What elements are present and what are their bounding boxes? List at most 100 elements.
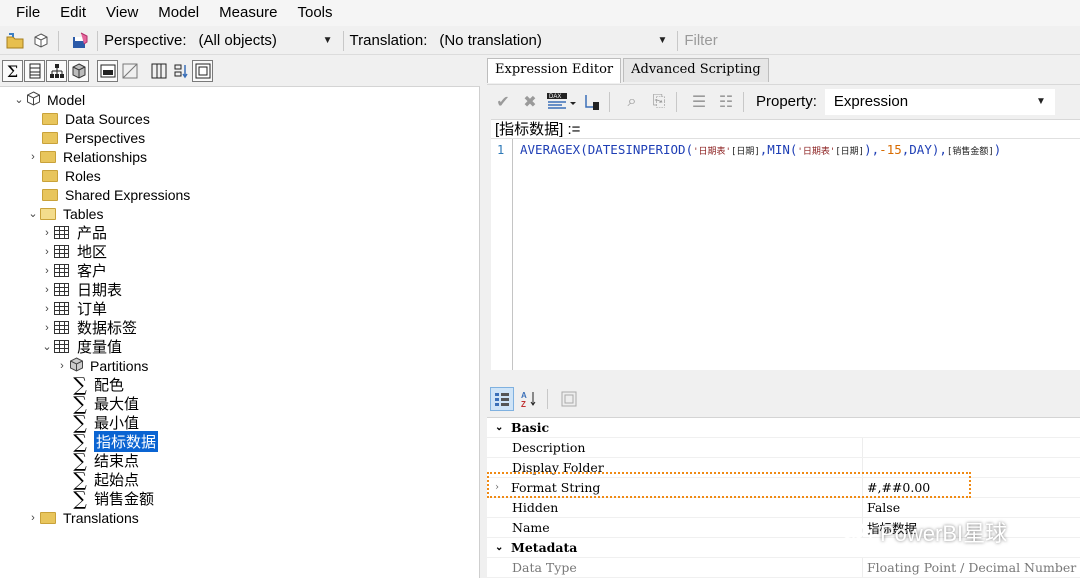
show-measures-icon[interactable]: Σ (2, 60, 23, 82)
translation-label: Translation: (349, 32, 428, 49)
uncomment-icon[interactable]: ☷ (715, 91, 737, 113)
menu-file[interactable]: File (6, 1, 50, 25)
svg-text:A: A (521, 391, 527, 400)
chevron-right-icon[interactable]: › (26, 512, 40, 524)
comment-icon[interactable]: ☰ (688, 91, 710, 113)
tree-node-model[interactable]: ⌄ Model (12, 90, 85, 109)
category-basic[interactable]: ⌄ Basic (487, 418, 1080, 438)
chevron-right-icon[interactable]: › (40, 303, 54, 315)
filter-input[interactable]: Filter (684, 32, 717, 49)
menu-model[interactable]: Model (148, 1, 209, 25)
chevron-right-icon[interactable]: › (26, 151, 40, 163)
categorized-icon[interactable] (490, 387, 514, 411)
property-value[interactable]: 指标数据 (863, 518, 1080, 537)
tree-node-measure[interactable]: ∑ 起始点 (72, 470, 139, 489)
chevron-right-icon[interactable]: › (40, 227, 54, 239)
save-icon[interactable] (69, 30, 91, 52)
menu-view[interactable]: View (96, 1, 148, 25)
menu-measure[interactable]: Measure (209, 1, 287, 25)
show-hierarchies-icon[interactable] (46, 60, 67, 82)
tree-node-roles[interactable]: Roles (42, 166, 101, 185)
show-all-columns-icon[interactable] (148, 60, 169, 82)
tree-label: 起始点 (94, 472, 140, 489)
tree-node-measure[interactable]: ∑ 最大值 (72, 394, 139, 413)
tree-node-translations[interactable]: › Translations (26, 508, 139, 527)
perspective-dropdown[interactable]: (All objects) ▼ (195, 30, 337, 52)
property-row-format-string[interactable]: › Format String #,##0.00 (487, 478, 1080, 498)
accept-check-icon[interactable]: ✔ (492, 91, 514, 113)
chevron-right-icon[interactable]: › (40, 246, 54, 258)
tree-node-table[interactable]: › 地区 (40, 242, 107, 261)
show-partitions-icon[interactable] (68, 60, 89, 82)
tree-node-table[interactable]: ⌄ 度量值 (40, 337, 122, 356)
folder-icon (40, 150, 56, 163)
property-value[interactable]: #,##0.00 (863, 480, 1080, 495)
menu-tools[interactable]: Tools (288, 1, 343, 25)
dax-expression[interactable]: AVERAGEX(DATESINPERIOD('日期表'[日期],MIN('日期… (520, 142, 1001, 157)
sort-icon[interactable] (170, 60, 191, 82)
tree-node-table[interactable]: › 客户 (40, 261, 107, 280)
chevron-right-icon[interactable]: › (40, 284, 54, 296)
show-columns-icon[interactable] (24, 60, 45, 82)
chevron-down-icon[interactable]: ⌄ (495, 422, 511, 433)
chevron-right-icon[interactable]: › (55, 360, 69, 372)
chevron-down-icon[interactable]: ⌄ (495, 542, 511, 553)
tree-node-measure-selected[interactable]: ∑ 指标数据 (72, 431, 159, 452)
property-dropdown[interactable]: Expression ▼ (824, 88, 1055, 115)
cancel-x-icon[interactable]: ✖ (519, 91, 541, 113)
tree-node-tables[interactable]: ⌄ Tables (26, 204, 103, 223)
tab-advanced-scripting[interactable]: Advanced Scripting (623, 58, 769, 82)
code-token: '日期表' (797, 147, 836, 157)
property-row[interactable]: Description (487, 438, 1080, 458)
property-row[interactable]: Display Folder (487, 458, 1080, 478)
chevron-down-icon[interactable]: ⌄ (12, 93, 26, 106)
tree-label: Relationships (63, 148, 148, 165)
tree-node-measure[interactable]: ∑ 配色 (72, 375, 124, 394)
tree-node-shared-expressions[interactable]: Shared Expressions (42, 185, 190, 204)
show-hidden-icon[interactable] (97, 60, 118, 82)
deps-icon[interactable] (581, 91, 603, 113)
chevron-right-icon[interactable]: › (40, 265, 54, 277)
tree-node-table[interactable]: › 订单 (40, 299, 107, 318)
tab-expression-editor[interactable]: Expression Editor (487, 58, 622, 83)
tree-node-table[interactable]: › 数据标签 (40, 318, 137, 337)
property-row[interactable]: Hidden False (487, 498, 1080, 518)
chevron-down-icon[interactable]: ⌄ (26, 207, 40, 220)
alphabetical-sort-icon[interactable]: AZ (517, 387, 541, 411)
tree-node-measure[interactable]: ∑ 结束点 (72, 451, 139, 470)
tree-node-relationships[interactable]: › Relationships (26, 147, 147, 166)
measure-sigma-icon: ∑ (73, 449, 87, 472)
translation-dropdown[interactable]: (No translation) ▼ (435, 30, 671, 52)
perspective-value: (All objects) (198, 32, 277, 49)
open-folder-icon (40, 207, 56, 220)
code-editor[interactable]: 1 AVERAGEX(DATESINPERIOD('日期表'[日期],MIN('… (491, 138, 1080, 370)
tree-node-measure[interactable]: ∑ 最小值 (72, 413, 139, 432)
show-display-folders-icon[interactable] (192, 60, 213, 82)
chevron-down-icon[interactable]: ⌄ (40, 340, 54, 353)
tree-node-measure[interactable]: ∑ 销售金额 (72, 489, 154, 508)
tree-node-perspectives[interactable]: Perspectives (42, 128, 145, 147)
menu-edit[interactable]: Edit (50, 1, 96, 25)
category-metadata[interactable]: ⌄ Metadata (487, 538, 1080, 558)
open-folder-icon[interactable] (4, 30, 26, 52)
tree-node-table[interactable]: › 日期表 (40, 280, 122, 299)
filter-display-icon[interactable] (119, 60, 140, 82)
replace-icon[interactable]: ⎘ (648, 91, 670, 113)
tree-node-table[interactable]: › 产品 (40, 223, 107, 242)
toolbar-divider (58, 30, 59, 51)
dax-format-icon[interactable]: DAX (546, 91, 576, 113)
property-row[interactable]: Name 指标数据 (487, 518, 1080, 538)
folder-icon (40, 511, 56, 524)
folder-icon (42, 131, 58, 144)
menu-bar: File Edit View Model Measure Tools (0, 0, 1080, 26)
find-icon[interactable]: ⌕ (621, 91, 643, 113)
deploy-icon[interactable] (30, 30, 52, 52)
property-pages-icon[interactable] (557, 387, 581, 411)
chevron-right-icon[interactable]: › (40, 322, 54, 334)
tree-node-partitions[interactable]: › Partitions (55, 356, 148, 375)
property-value[interactable]: False (863, 500, 1080, 515)
property-row[interactable]: Data Type Floating Point / Decimal Numbe… (487, 558, 1080, 578)
tree-node-data-sources[interactable]: Data Sources (42, 109, 150, 128)
table-icon (54, 302, 69, 315)
chevron-right-icon[interactable]: › (495, 482, 511, 493)
